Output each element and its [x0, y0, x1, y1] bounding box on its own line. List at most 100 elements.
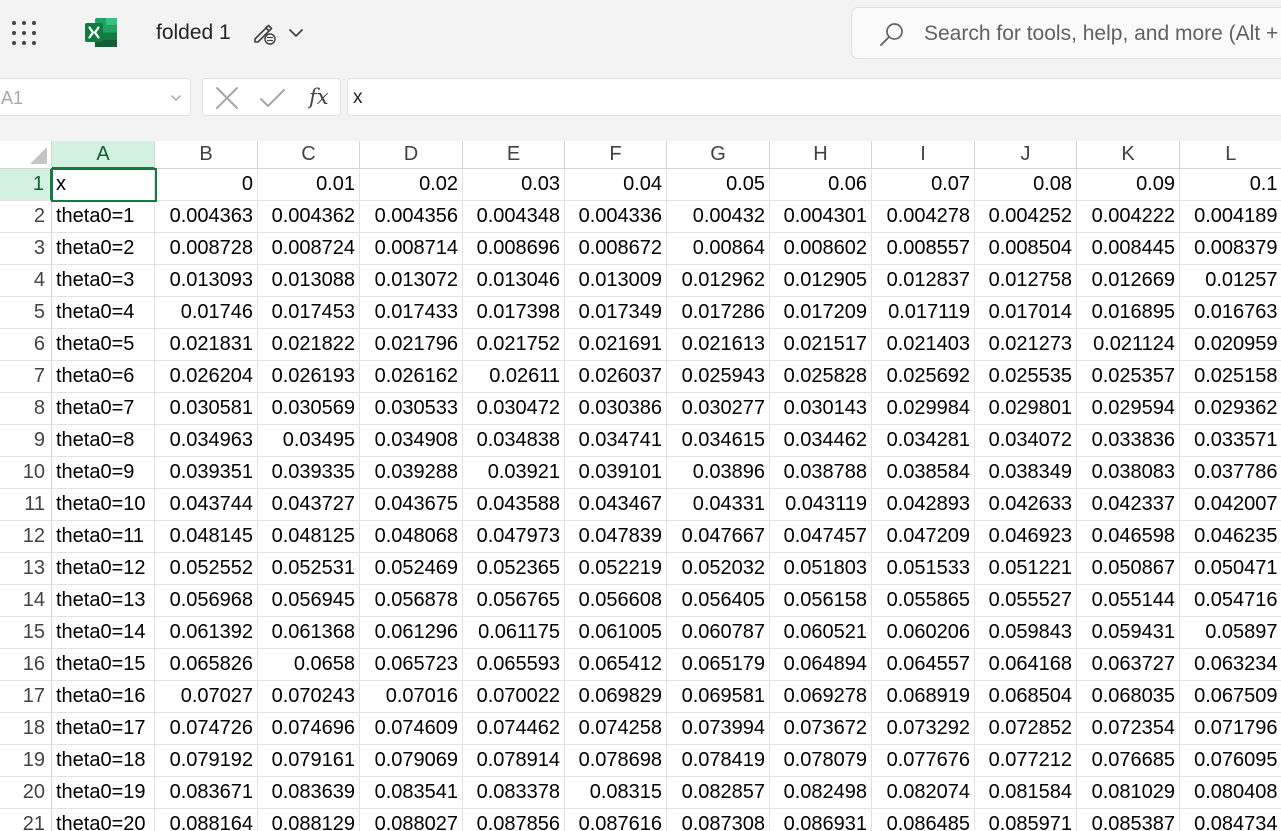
- cell-d12[interactable]: 0.048068: [360, 521, 463, 553]
- cell-j7[interactable]: 0.025535: [975, 361, 1077, 393]
- row-header-15[interactable]: 15: [0, 617, 52, 649]
- cell-k1[interactable]: 0.09: [1077, 169, 1180, 201]
- cell-j21[interactable]: 0.085971: [975, 809, 1077, 831]
- cell-k10[interactable]: 0.038083: [1077, 457, 1180, 489]
- cell-b18[interactable]: 0.074726: [155, 713, 258, 745]
- cell-b7[interactable]: 0.026204: [155, 361, 258, 393]
- cell-h11[interactable]: 0.043119: [770, 489, 872, 521]
- cell-i12[interactable]: 0.047209: [872, 521, 975, 553]
- cell-f18[interactable]: 0.074258: [565, 713, 667, 745]
- cell-d2[interactable]: 0.004356: [360, 201, 463, 233]
- cell-j3[interactable]: 0.008504: [975, 233, 1077, 265]
- cell-i19[interactable]: 0.077676: [872, 745, 975, 777]
- cell-b16[interactable]: 0.065826: [155, 649, 258, 681]
- cell-i11[interactable]: 0.042893: [872, 489, 975, 521]
- cell-j2[interactable]: 0.004252: [975, 201, 1077, 233]
- cell-c10[interactable]: 0.039335: [258, 457, 360, 489]
- cell-e14[interactable]: 0.056765: [463, 585, 565, 617]
- cell-d6[interactable]: 0.021796: [360, 329, 463, 361]
- cell-c7[interactable]: 0.026193: [258, 361, 360, 393]
- row-header-12[interactable]: 12: [0, 521, 52, 553]
- app-launcher-icon[interactable]: [10, 19, 38, 47]
- row-header-19[interactable]: 19: [0, 745, 52, 777]
- cell-f2[interactable]: 0.004336: [565, 201, 667, 233]
- cell-g16[interactable]: 0.065179: [667, 649, 770, 681]
- row-header-10[interactable]: 10: [0, 457, 52, 489]
- cell-g17[interactable]: 0.069581: [667, 681, 770, 713]
- cell-k8[interactable]: 0.029594: [1077, 393, 1180, 425]
- row-header-9[interactable]: 9: [0, 425, 52, 457]
- cell-j17[interactable]: 0.068504: [975, 681, 1077, 713]
- cell-i4[interactable]: 0.012837: [872, 265, 975, 297]
- column-header-b[interactable]: B: [155, 141, 258, 169]
- cell-h3[interactable]: 0.008602: [770, 233, 872, 265]
- row-header-21[interactable]: 21: [0, 809, 52, 831]
- cell-j15[interactable]: 0.059843: [975, 617, 1077, 649]
- cell-l4[interactable]: 0.01257: [1180, 265, 1281, 297]
- cell-d10[interactable]: 0.039288: [360, 457, 463, 489]
- cell-j19[interactable]: 0.077212: [975, 745, 1077, 777]
- cell-j6[interactable]: 0.021273: [975, 329, 1077, 361]
- cell-h10[interactable]: 0.038788: [770, 457, 872, 489]
- cell-l10[interactable]: 0.037786: [1180, 457, 1281, 489]
- cell-c15[interactable]: 0.061368: [258, 617, 360, 649]
- cell-b11[interactable]: 0.043744: [155, 489, 258, 521]
- cell-g20[interactable]: 0.082857: [667, 777, 770, 809]
- cell-l3[interactable]: 0.008379: [1180, 233, 1281, 265]
- cell-h17[interactable]: 0.069278: [770, 681, 872, 713]
- cell-d7[interactable]: 0.026162: [360, 361, 463, 393]
- cell-l15[interactable]: 0.05897: [1180, 617, 1281, 649]
- cell-c17[interactable]: 0.070243: [258, 681, 360, 713]
- cell-f16[interactable]: 0.065412: [565, 649, 667, 681]
- cell-j4[interactable]: 0.012758: [975, 265, 1077, 297]
- cell-f15[interactable]: 0.061005: [565, 617, 667, 649]
- column-header-d[interactable]: D: [360, 141, 463, 169]
- cell-j10[interactable]: 0.038349: [975, 457, 1077, 489]
- cell-h19[interactable]: 0.078079: [770, 745, 872, 777]
- row-header-14[interactable]: 14: [0, 585, 52, 617]
- cell-h7[interactable]: 0.025828: [770, 361, 872, 393]
- cell-j1[interactable]: 0.08: [975, 169, 1077, 201]
- column-header-e[interactable]: E: [463, 141, 565, 169]
- cell-d18[interactable]: 0.074609: [360, 713, 463, 745]
- cell-k16[interactable]: 0.063727: [1077, 649, 1180, 681]
- cell-a5[interactable]: theta0=4: [52, 297, 155, 329]
- cell-g12[interactable]: 0.047667: [667, 521, 770, 553]
- cell-b14[interactable]: 0.056968: [155, 585, 258, 617]
- cell-b5[interactable]: 0.01746: [155, 297, 258, 329]
- cell-l19[interactable]: 0.076095: [1180, 745, 1281, 777]
- cell-e2[interactable]: 0.004348: [463, 201, 565, 233]
- cell-f19[interactable]: 0.078698: [565, 745, 667, 777]
- cell-k9[interactable]: 0.033836: [1077, 425, 1180, 457]
- cell-k21[interactable]: 0.085387: [1077, 809, 1180, 831]
- cell-k6[interactable]: 0.021124: [1077, 329, 1180, 361]
- cell-a7[interactable]: theta0=6: [52, 361, 155, 393]
- cell-a8[interactable]: theta0=7: [52, 393, 155, 425]
- column-header-h[interactable]: H: [770, 141, 872, 169]
- chevron-down-icon[interactable]: [287, 23, 305, 43]
- cell-b2[interactable]: 0.004363: [155, 201, 258, 233]
- row-header-7[interactable]: 7: [0, 361, 52, 393]
- cell-l9[interactable]: 0.033571: [1180, 425, 1281, 457]
- cell-c12[interactable]: 0.048125: [258, 521, 360, 553]
- cell-g18[interactable]: 0.073994: [667, 713, 770, 745]
- cell-e17[interactable]: 0.070022: [463, 681, 565, 713]
- cell-f21[interactable]: 0.087616: [565, 809, 667, 831]
- select-all-button[interactable]: [0, 141, 52, 169]
- cell-a13[interactable]: theta0=12: [52, 553, 155, 585]
- cell-l18[interactable]: 0.071796: [1180, 713, 1281, 745]
- row-header-11[interactable]: 11: [0, 489, 52, 521]
- cell-j9[interactable]: 0.034072: [975, 425, 1077, 457]
- cell-e13[interactable]: 0.052365: [463, 553, 565, 585]
- cell-i9[interactable]: 0.034281: [872, 425, 975, 457]
- cell-c3[interactable]: 0.008724: [258, 233, 360, 265]
- cell-l7[interactable]: 0.025158: [1180, 361, 1281, 393]
- cell-b17[interactable]: 0.07027: [155, 681, 258, 713]
- cell-j12[interactable]: 0.046923: [975, 521, 1077, 553]
- cell-k13[interactable]: 0.050867: [1077, 553, 1180, 585]
- row-header-16[interactable]: 16: [0, 649, 52, 681]
- cell-j16[interactable]: 0.064168: [975, 649, 1077, 681]
- cell-i16[interactable]: 0.064557: [872, 649, 975, 681]
- cell-g8[interactable]: 0.030277: [667, 393, 770, 425]
- cell-a4[interactable]: theta0=3: [52, 265, 155, 297]
